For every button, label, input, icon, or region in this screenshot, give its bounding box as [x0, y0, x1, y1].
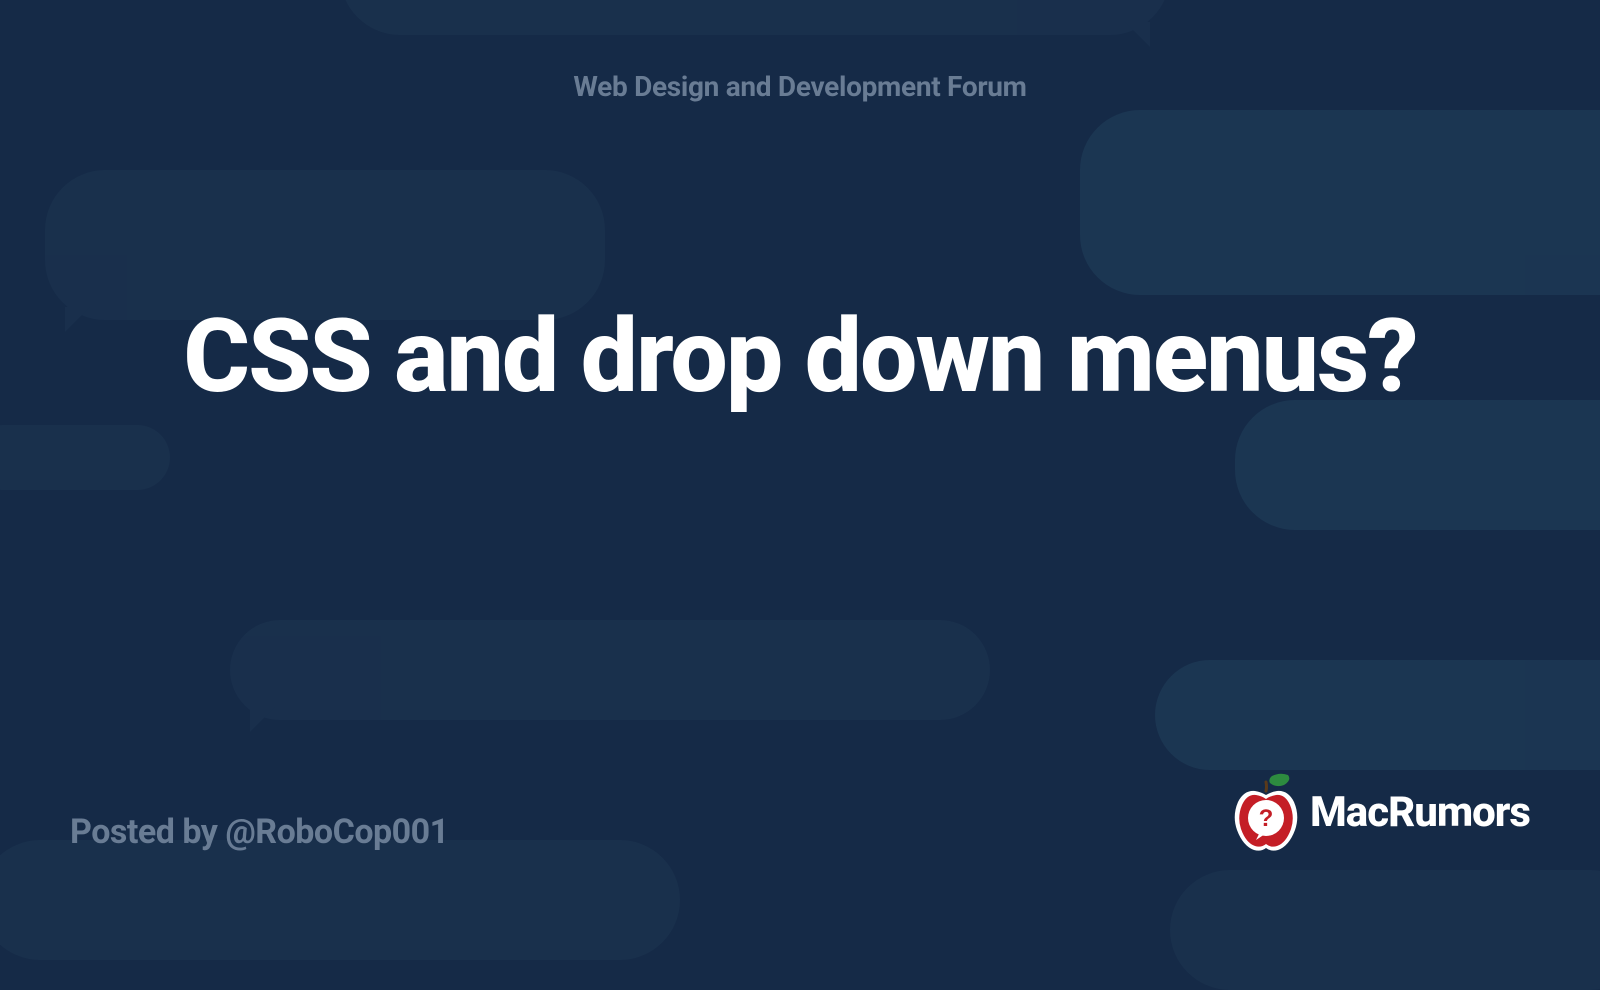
svg-text:?: ?: [1259, 805, 1274, 832]
posted-by-user: @RoboCop001: [225, 812, 448, 852]
apple-icon: ?: [1230, 772, 1302, 852]
thread-title: CSS and drop down menus?: [183, 298, 1416, 415]
brand-logo: ? MacRumors: [1230, 772, 1530, 852]
brand-name: MacRumors: [1310, 788, 1530, 837]
forum-name: Web Design and Development Forum: [573, 70, 1026, 103]
posted-by: Posted by @RoboCop001: [70, 812, 449, 852]
posted-by-prefix: Posted by: [70, 812, 225, 852]
